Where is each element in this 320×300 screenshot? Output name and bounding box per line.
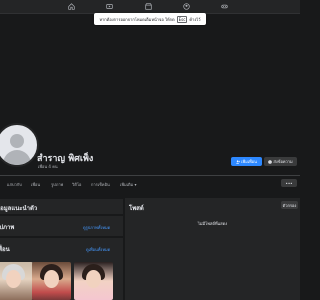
intro-title: ข้อมูลแนะนำตัว [0,205,38,212]
photos-title: รูปภาพ [0,224,15,231]
tab-videos[interactable]: วิดีโอ [72,181,81,188]
friend-photo-thumbnail[interactable] [32,262,71,300]
message-button[interactable]: ส่งข้อความ [264,157,297,166]
esc-key-hint: Esc [176,15,188,23]
posts-title: โพสต์ [129,205,144,212]
cover-area [0,26,300,166]
add-friend-icon [236,159,241,164]
tab-photos[interactable]: รูปภาพ [51,181,63,188]
profile-tabs: แก่บวกับ เพื่อน รูปภาพ วิดีโอ การเช็คอิน… [0,177,300,191]
tab-checkins[interactable]: การเช็คอิน [91,181,110,188]
gaming-icon[interactable] [220,3,228,10]
friend-photo-thumbnail[interactable] [74,262,113,300]
avatar-placeholder-head [10,134,24,148]
add-friend-button[interactable]: เพิ่มเพื่อน [231,157,262,166]
posts-filter-button[interactable]: ตัวกรอง [281,201,298,209]
see-all-photos-link[interactable]: ดูรูปภาพทั้งหมด [83,224,110,231]
message-label: ส่งข้อความ [273,159,293,164]
posts-card: โพสต์ [125,198,300,300]
top-navigation-bar [0,0,300,14]
profile-more-options-button[interactable]: ••• [281,179,297,187]
groups-icon[interactable] [182,3,190,10]
add-friend-label: เพิ่มเพื่อน [241,159,257,164]
toast-suffix: ค้างไว้ [189,16,201,22]
home-icon[interactable] [67,3,75,10]
marketplace-icon[interactable] [144,3,152,10]
tabs-divider [0,175,300,176]
avatar-placeholder-body [3,150,31,165]
friends-title: เพื่อน [0,246,10,253]
tab-more[interactable]: เพิ่มเติม ▾ [120,181,137,188]
fullscreen-exit-toast: หากต้องการออกจากโหมดเต็มหน้าจอ ให้กด Esc… [94,13,206,25]
tab-about[interactable]: แก่บวกับ [7,181,22,188]
friend-photo-thumbnail[interactable] [0,262,33,300]
messenger-icon [268,159,273,164]
friends-count[interactable]: เพื่อน 4 คน [38,163,58,170]
see-all-friends-link[interactable]: ดูเพื่อนทั้งหมด [86,246,110,253]
toast-text: หากต้องการออกจากโหมดเต็มหน้าจอ ให้กด [99,16,175,22]
intro-card: ข้อมูลแนะนำตัว [0,199,123,214]
no-posts-message: ไม่มีโพสต์ที่แสดง [197,221,228,226]
tab-friends[interactable]: เพื่อน [31,181,40,188]
photos-card: รูปภาพ ดูรูปภาพทั้งหมด [0,216,123,236]
video-icon[interactable] [105,3,113,10]
